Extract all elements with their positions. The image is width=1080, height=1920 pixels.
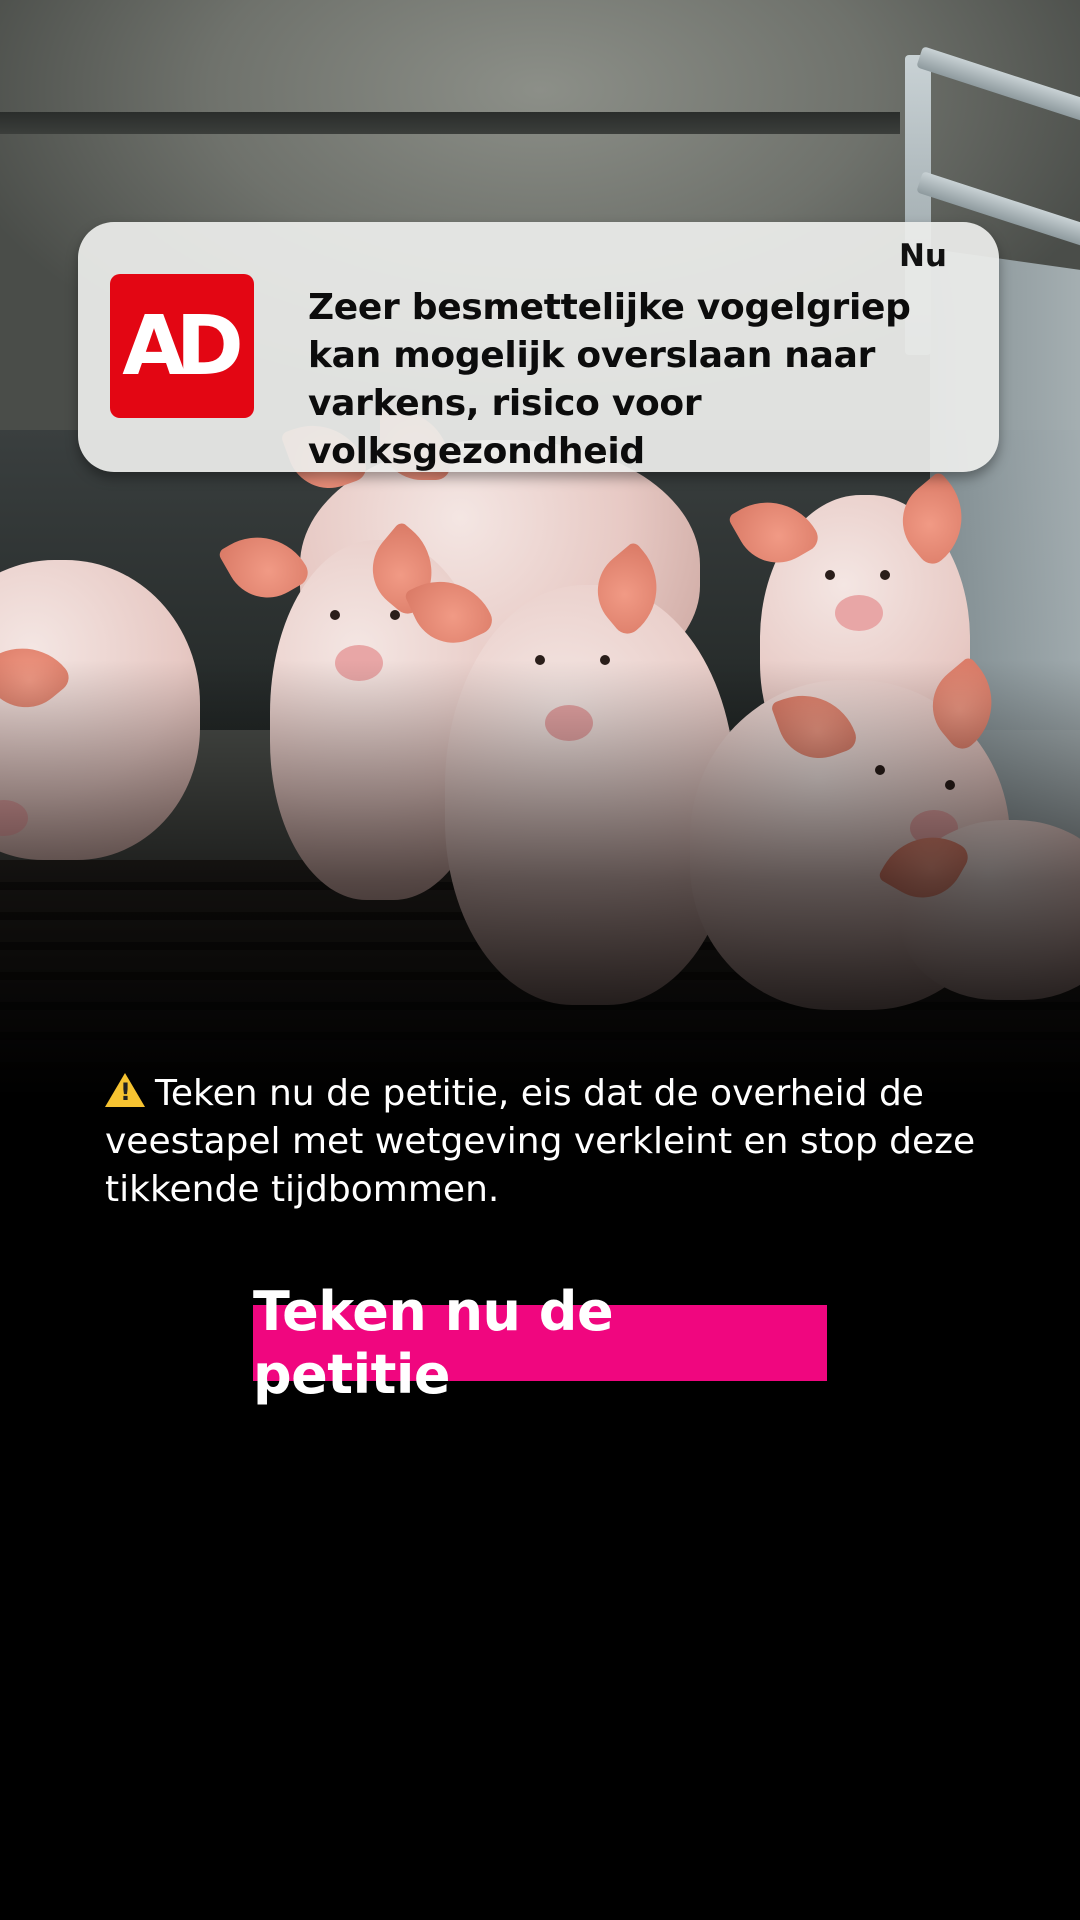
ad-logo-icon: AD [110,274,254,418]
ad-screen: AD Nu Zeer besmettelijke vogelgriep kan … [0,0,1080,1920]
notification-headline: Zeer besmettelijke vogelgriep kan mogeli… [308,287,911,472]
sign-petition-button[interactable]: Teken nu de petitie [253,1280,827,1406]
petition-message: Teken nu de petitie, eis dat de overheid… [105,1070,1005,1214]
pigs-photo [0,0,1080,1100]
petition-message-text: Teken nu de petitie, eis dat de overheid… [105,1073,976,1210]
news-notification[interactable]: AD Nu Zeer besmettelijke vogelgriep kan … [78,222,999,472]
ad-logo-text: AD [122,298,243,394]
notification-time: Nu [898,238,947,274]
photo-fade [0,0,1080,1100]
warning-icon [105,1073,145,1107]
